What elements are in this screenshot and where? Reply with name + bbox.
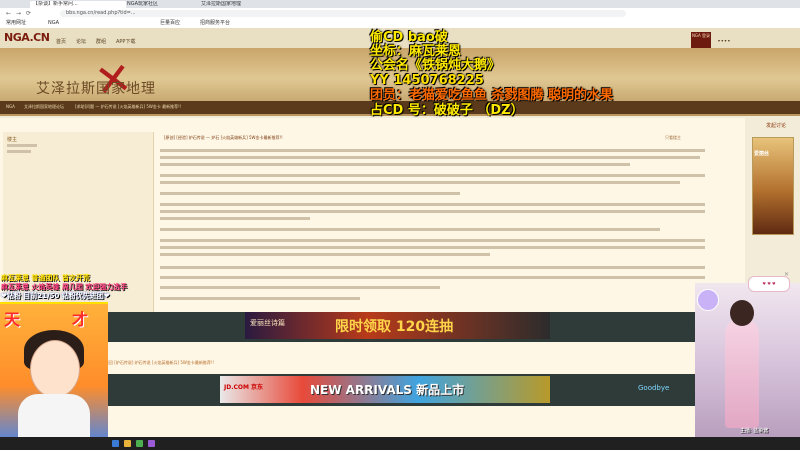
post-actions[interactable]: 只看楼主 — [665, 135, 681, 141]
right-webcam-head — [730, 300, 754, 326]
speech-bubble: ♥ ♥ ♥ — [748, 276, 790, 292]
streamer-info-line: 麻瓦莱恩 普通团队 首次开荒 — [1, 274, 90, 282]
right-webcam-name: 主播: 蓝染酱 — [740, 428, 769, 434]
nav-home[interactable]: 首页 — [56, 38, 66, 45]
overlay-line: 公会名《铁锅炖大鹅》 — [370, 58, 501, 73]
banner-title: 艾泽拉斯国家地理 — [36, 81, 156, 97]
tab-label: 【杂谈】新手常问... — [33, 1, 78, 7]
bookmark-item[interactable]: 常用网址 — [6, 20, 26, 27]
text-line — [160, 297, 360, 300]
overlay-line: YY 1450768225 — [370, 73, 484, 88]
jd-logo: JD.COM 京东 — [224, 384, 264, 391]
game-ad-brand: 爱丽丝诗篇 — [250, 319, 285, 327]
thread-return-link[interactable]: 返回 [炉石传说] 炉石传说 [火焰英雄新兵] 5W金卡最新推荐!! — [105, 360, 214, 366]
webcam-sticker: 天 — [4, 310, 21, 329]
login-box[interactable]: NGA 登录 — [691, 32, 711, 49]
forward-icon[interactable]: → — [16, 10, 21, 17]
text-line — [160, 228, 660, 231]
overlay-line: 占CD 号：破破子 （DZ） — [370, 103, 524, 118]
game-ad-headline: 限时领取 120连抽 — [335, 319, 454, 335]
avatar-badge-icon — [697, 289, 719, 311]
header-links[interactable]: ▾ ▾ ▾ ▾ — [718, 38, 730, 43]
text-line — [160, 156, 700, 159]
windows-icon[interactable] — [112, 440, 119, 447]
back-icon[interactable]: ← — [6, 10, 11, 17]
start-discussion-tab[interactable]: 发起讨论 — [766, 122, 786, 129]
overlay-line: 团员：老猫爱吃鱼鱼 杀戮图腾 聪明的水果 — [370, 88, 614, 103]
url-input[interactable]: bbs.nga.cn/read.php?tid=... — [60, 10, 626, 17]
browser-tab[interactable]: 艾泽拉斯国家地理 — [198, 1, 274, 8]
browser-tab-active[interactable]: 【杂谈】新手常问... — [30, 1, 126, 8]
webcam-sticker: 才 — [72, 310, 89, 329]
text-line — [160, 174, 705, 177]
text-line — [160, 253, 490, 256]
text-line — [160, 203, 705, 206]
browser-tab[interactable]: NGA玩家社区 — [124, 1, 200, 8]
folder-icon[interactable] — [124, 440, 131, 447]
author-label: 楼主 — [7, 137, 18, 143]
text-line — [160, 266, 705, 269]
text-line — [160, 192, 460, 195]
app-icon[interactable] — [148, 440, 155, 447]
overlay-line: 坐标：麻瓦莱恩 — [370, 44, 462, 59]
post-body: [原创] [经验] 炉石传说 — 炉石 [火焰英雄新兵] 5W金卡最新推荐!! … — [160, 132, 720, 317]
nav-forum[interactable]: 论坛 — [76, 38, 86, 45]
tab-label: 艾泽拉斯国家地理 — [201, 1, 242, 7]
text-line — [160, 239, 705, 242]
browser-icon[interactable] — [136, 440, 143, 447]
taskbar — [0, 437, 800, 450]
author-meta — [7, 150, 31, 153]
breadcrumb-item[interactable]: 艾泽拉斯国家地理论坛 — [24, 104, 64, 110]
text-line — [160, 276, 705, 279]
bookmark-item[interactable]: 招商服务平台 — [200, 20, 230, 27]
author-meta — [7, 144, 37, 147]
reload-icon[interactable]: ⟳ — [26, 10, 31, 17]
sidebar-ad-text: 爱丽丝 — [754, 151, 770, 157]
bookmark-item[interactable]: NGA — [48, 20, 59, 27]
bookmark-item[interactable]: 巨量百应 — [160, 20, 180, 27]
jd-ad-headline: NEW ARRIVALS 新品上市 — [310, 383, 465, 397]
text-line — [160, 163, 630, 166]
text-line — [160, 149, 705, 152]
nav-app-download[interactable]: APP下载 — [116, 38, 135, 45]
webcam-body — [18, 394, 90, 438]
close-icon[interactable]: ✕ — [784, 271, 789, 278]
streamer-info-line: 麻瓦莱恩 火焰英雄 周几团 欢迎强力选手 — [1, 283, 128, 291]
site-logo[interactable]: NGA.CN — [4, 31, 50, 44]
goodbye-text: Goodbye — [638, 384, 670, 392]
overlay-line: 偷CD bao破 — [370, 30, 448, 45]
post-title: [原创] [经验] 炉石传说 — 炉石 [火焰英雄新兵] 5W金卡最新推荐!! — [164, 135, 283, 140]
text-line — [160, 210, 705, 213]
breadcrumb-item[interactable]: NGA — [6, 104, 15, 110]
browser-tab-bar: 【杂谈】新手常问... NGA玩家社区 艾泽拉斯国家地理 — [0, 0, 800, 8]
text-line — [160, 246, 705, 249]
text-line — [160, 286, 440, 289]
tab-label: NGA玩家社区 — [127, 1, 159, 7]
breadcrumb-item[interactable]: [求助]问题 — 炉石传说 [火焰英雄新兵] 5W金卡 最新推荐!! — [75, 104, 181, 110]
streamer-info-line: ❤钻粉 目前21/50 钻粉优先进团❤ — [1, 292, 110, 300]
right-webcam-figure — [725, 318, 759, 428]
nav-groups[interactable]: 群组 — [96, 38, 106, 45]
webcam-face — [30, 340, 80, 398]
text-line — [160, 217, 310, 220]
text-line — [160, 181, 680, 184]
